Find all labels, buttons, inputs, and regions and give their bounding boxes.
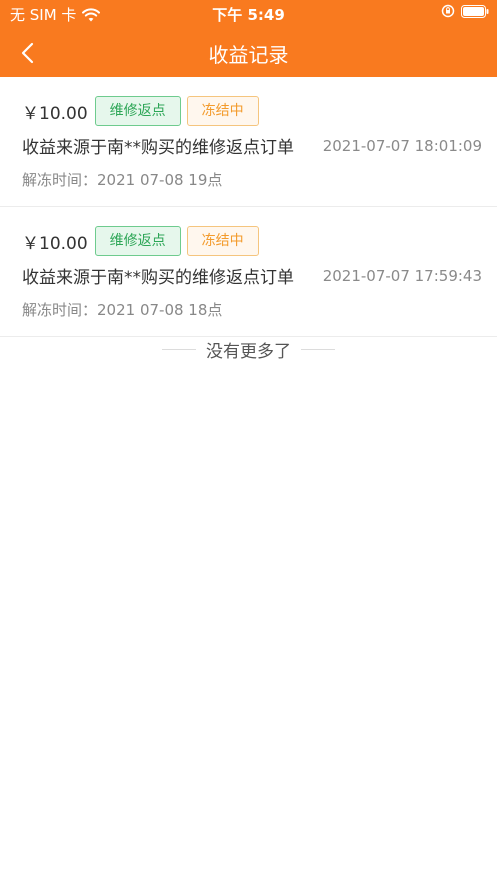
no-more-text: 没有更多了	[206, 341, 291, 362]
unfreeze-info: 解冻时间：2021 07-08 19点	[22, 169, 222, 190]
unfreeze-info: 解冻时间：2021 07-08 18点	[22, 299, 222, 320]
amount: ￥10.00	[22, 103, 88, 124]
record-description: 收益来源于南**购买的维修返点订单	[22, 138, 294, 158]
record-time: 2021-07-07 17:59:43	[322, 266, 482, 285]
header: 无 SIM 卡 下午 5:49 收益记录	[0, 0, 497, 77]
record-detail: 收益来源于南**购买的维修返点订单 2021-07-07 17:59:43	[22, 263, 482, 289]
status-right	[441, 4, 489, 18]
record-header: ￥10.00 维修返点 冻结中	[22, 226, 259, 256]
record-detail: 收益来源于南**购买的维修返点订单 2021-07-07 18:01:09	[22, 133, 482, 159]
type-badge: 维修返点	[94, 96, 181, 126]
list-item[interactable]: ￥10.00 维修返点 冻结中 收益来源于南**购买的维修返点订单 2021-0…	[0, 207, 497, 337]
battery-icon	[461, 4, 489, 18]
record-time: 2021-07-07 18:01:09	[322, 136, 482, 155]
no-more-indicator: 没有更多了	[0, 337, 497, 362]
nav-bar: 收益记录	[0, 26, 497, 77]
divider-right	[301, 348, 335, 350]
unfreeze-label: 解冻时间：	[22, 171, 98, 189]
amount: ￥10.00	[22, 233, 88, 254]
status-bar: 无 SIM 卡 下午 5:49	[0, 0, 497, 26]
list-item[interactable]: ￥10.00 维修返点 冻结中 收益来源于南**购买的维修返点订单 2021-0…	[0, 77, 497, 207]
orientation-lock-icon	[441, 4, 455, 18]
divider-left	[162, 348, 196, 350]
status-badge: 冻结中	[186, 226, 259, 256]
unfreeze-time: 2021 07-08 19点	[97, 171, 223, 189]
record-header: ￥10.00 维修返点 冻结中	[22, 96, 259, 126]
status-badge: 冻结中	[186, 96, 259, 126]
page-title: 收益记录	[208, 43, 289, 67]
unfreeze-label: 解冻时间：	[22, 301, 98, 319]
status-time: 下午 5:49	[212, 6, 285, 24]
unfreeze-time: 2021 07-08 18点	[97, 301, 223, 319]
record-description: 收益来源于南**购买的维修返点订单	[22, 268, 294, 288]
type-badge: 维修返点	[94, 226, 181, 256]
earnings-list: ￥10.00 维修返点 冻结中 收益来源于南**购买的维修返点订单 2021-0…	[0, 77, 497, 337]
